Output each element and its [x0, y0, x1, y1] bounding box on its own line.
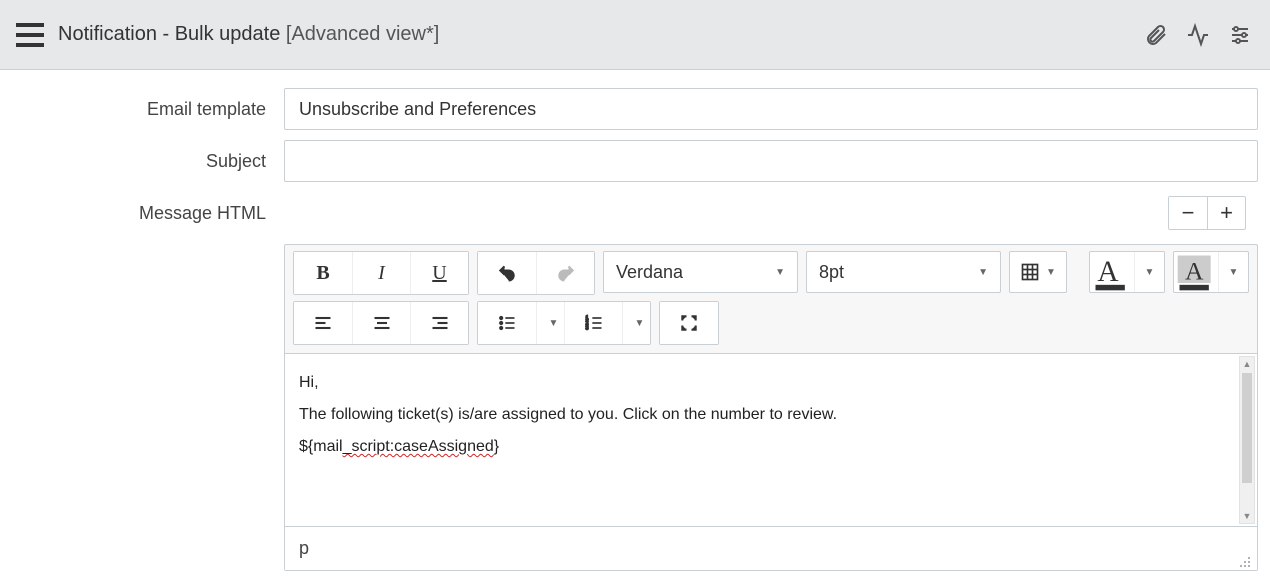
chevron-down-icon[interactable]: ▼ — [1134, 252, 1164, 292]
chevron-down-icon[interactable]: ▼ — [1218, 252, 1248, 292]
svg-text:3: 3 — [585, 326, 588, 332]
editor-content[interactable]: Hi, The following ticket(s) is/are assig… — [285, 354, 1257, 526]
fullscreen-button[interactable] — [660, 302, 718, 344]
editor-line: The following ticket(s) is/are assigned … — [299, 406, 1243, 424]
italic-button[interactable]: I — [352, 252, 410, 294]
text-color-icon[interactable]: A — [1090, 252, 1134, 292]
bullet-list-dropdown[interactable]: ▼ — [536, 302, 564, 344]
align-right-button[interactable] — [410, 302, 468, 344]
scroll-thumb[interactable] — [1242, 373, 1252, 483]
svg-text:A: A — [1097, 256, 1118, 288]
settings-sliders-icon[interactable] — [1226, 21, 1254, 49]
table-button[interactable]: ▼ — [1009, 251, 1067, 293]
form-area: Email template Subject Message HTML − + … — [0, 70, 1270, 571]
page-title: Notification - Bulk update [Advanced vie… — [58, 23, 439, 46]
align-left-button[interactable] — [294, 302, 352, 344]
highlight-color-button[interactable]: A ▼ — [1173, 251, 1249, 293]
chevron-down-icon: ▼ — [775, 267, 785, 278]
numbered-list-button[interactable]: 123 — [564, 302, 622, 344]
undo-button[interactable] — [478, 252, 536, 294]
page-header: Notification - Bulk update [Advanced vie… — [0, 0, 1270, 70]
svg-text:A: A — [1185, 256, 1204, 285]
bold-button[interactable]: B — [294, 252, 352, 294]
email-template-input[interactable] — [284, 88, 1258, 130]
attachment-icon[interactable] — [1142, 21, 1170, 49]
editor-line: ${mail_script:caseAssigned} — [299, 438, 1243, 456]
row-email-template: Email template — [0, 88, 1270, 130]
chevron-down-icon: ▼ — [635, 318, 645, 329]
chevron-down-icon: ▼ — [549, 318, 559, 329]
underline-button[interactable]: U — [410, 252, 468, 294]
font-size-value: 8pt — [819, 262, 844, 283]
resize-grip-icon[interactable] — [1237, 552, 1251, 566]
editor-toolbar-row-2: ▼ 123 ▼ — [285, 295, 1257, 353]
font-family-select[interactable]: Verdana ▼ — [603, 251, 798, 293]
activity-icon[interactable] — [1184, 21, 1212, 49]
subject-input[interactable] — [284, 140, 1258, 182]
editor-body[interactable]: Hi, The following ticket(s) is/are assig… — [285, 353, 1257, 526]
page-title-main: Notification - Bulk update — [58, 23, 280, 45]
scrollbar[interactable]: ▲ ▼ — [1239, 356, 1255, 524]
menu-icon[interactable] — [16, 23, 44, 47]
redo-button[interactable] — [536, 252, 594, 294]
align-center-button[interactable] — [352, 302, 410, 344]
spellcheck-error: _script:caseAssigned — [343, 438, 494, 455]
row-subject: Subject — [0, 140, 1270, 182]
subject-label: Subject — [0, 151, 284, 172]
chevron-down-icon: ▼ — [978, 267, 988, 278]
scroll-down-icon[interactable]: ▼ — [1240, 509, 1254, 523]
text-color-button[interactable]: A ▼ — [1089, 251, 1165, 293]
page-title-suffix: [Advanced view*] — [286, 23, 439, 45]
bullet-list-button[interactable] — [478, 302, 536, 344]
editor-size-controls: − + — [1168, 196, 1246, 230]
font-size-select[interactable]: 8pt ▼ — [806, 251, 1001, 293]
editor-line: Hi, — [299, 374, 1243, 392]
scroll-up-icon[interactable]: ▲ — [1240, 357, 1254, 371]
element-path[interactable]: p — [299, 538, 309, 559]
numbered-list-dropdown[interactable]: ▼ — [622, 302, 650, 344]
email-template-label: Email template — [0, 99, 284, 120]
row-message-html: Message HTML − + — [0, 196, 1270, 230]
chevron-down-icon: ▼ — [1046, 267, 1056, 278]
expand-button[interactable]: + — [1207, 197, 1245, 229]
editor-status-bar: p — [285, 526, 1257, 570]
collapse-button[interactable]: − — [1169, 197, 1207, 229]
rich-text-editor: B I U Verdana ▼ 8pt — [284, 244, 1258, 571]
editor-toolbar-row-1: B I U Verdana ▼ 8pt — [285, 245, 1257, 295]
message-html-label: Message HTML — [0, 203, 284, 224]
highlight-color-icon[interactable]: A — [1174, 252, 1218, 292]
font-family-value: Verdana — [616, 262, 683, 283]
